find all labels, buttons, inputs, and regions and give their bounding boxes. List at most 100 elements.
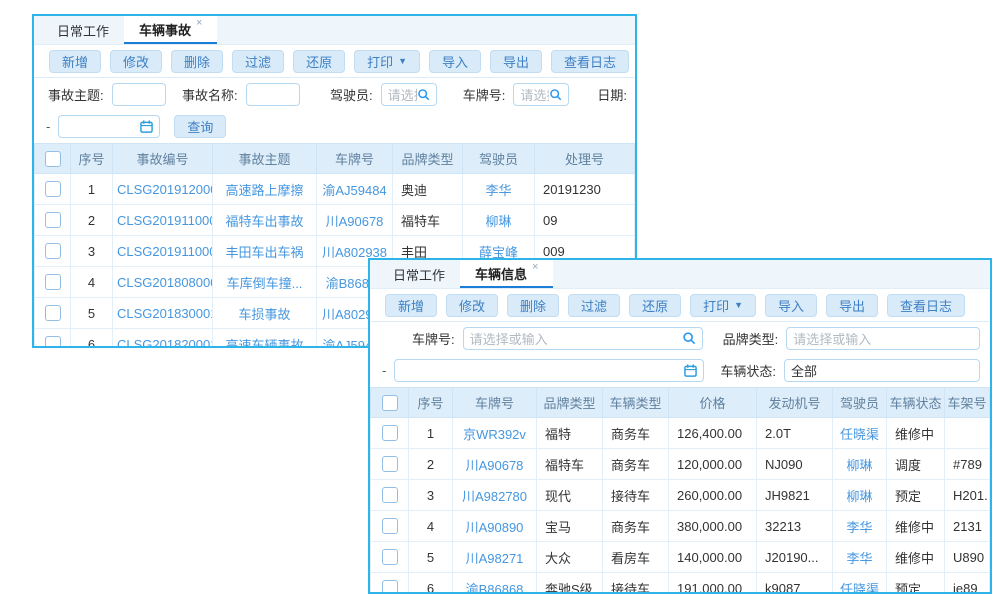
plate-select-input[interactable]: 请选择 bbox=[513, 83, 569, 106]
cell-driver[interactable]: 李华 bbox=[463, 174, 535, 205]
modify-button[interactable]: 修改 bbox=[446, 294, 498, 317]
cell-accident-subject[interactable]: 丰田车出车祸 bbox=[213, 236, 317, 267]
add-button[interactable]: 新增 bbox=[385, 294, 437, 317]
cell-engine-no: 32213 bbox=[757, 511, 833, 542]
cell-plate-no[interactable]: 川A90678 bbox=[453, 449, 537, 480]
accident-tab-bar: 日常工作 车辆事故 × bbox=[34, 16, 635, 45]
cell-accident-subject[interactable]: 车损事故 bbox=[213, 298, 317, 329]
view-log-button[interactable]: 查看日志 bbox=[887, 294, 965, 317]
query-button[interactable]: 查询 bbox=[174, 115, 226, 138]
close-tab-icon[interactable]: × bbox=[532, 261, 538, 273]
cell-plate-no[interactable]: 川A982780 bbox=[453, 480, 537, 511]
date-end-input[interactable] bbox=[58, 115, 160, 138]
cell-driver[interactable]: 李华 bbox=[833, 542, 887, 573]
cell-plate-no[interactable]: 川A90678 bbox=[317, 205, 393, 236]
cell-checkbox bbox=[371, 449, 409, 480]
cell-accident-code[interactable]: CLSG2019110002 bbox=[113, 205, 213, 236]
import-button[interactable]: 导入 bbox=[765, 294, 817, 317]
cell-plate-no[interactable]: 川A90890 bbox=[453, 511, 537, 542]
row-checkbox[interactable] bbox=[45, 274, 61, 290]
date-end-input[interactable] bbox=[394, 359, 704, 382]
cell-accident-code[interactable]: CLSG2019110001 bbox=[113, 236, 213, 267]
row-checkbox[interactable] bbox=[382, 518, 398, 534]
driver-select-input[interactable]: 请选择 bbox=[381, 83, 437, 106]
calendar-icon[interactable] bbox=[140, 120, 153, 133]
close-tab-icon[interactable]: × bbox=[196, 17, 202, 29]
cell-plate-no[interactable]: 京WR392v bbox=[453, 418, 537, 449]
row-checkbox[interactable] bbox=[45, 212, 61, 228]
print-button[interactable]: 打印 ▼ bbox=[354, 50, 420, 73]
row-checkbox[interactable] bbox=[382, 580, 398, 594]
calendar-icon[interactable] bbox=[684, 364, 697, 377]
row-checkbox[interactable] bbox=[45, 336, 61, 348]
cell-driver[interactable]: 李华 bbox=[833, 511, 887, 542]
cell-accident-subject[interactable]: 福特车出事故 bbox=[213, 205, 317, 236]
vehicle-table-row[interactable]: 6 渝B86868 奔驰S级 接待车 191,000.00 k9087 任晓渠 … bbox=[371, 573, 990, 595]
filter-button[interactable]: 过滤 bbox=[568, 294, 620, 317]
delete-button[interactable]: 删除 bbox=[171, 50, 223, 73]
cell-price: 191,000.00 bbox=[669, 573, 757, 595]
vehicle-table-row[interactable]: 2 川A90678 福特车 商务车 120,000.00 NJ090 柳琳 调度… bbox=[371, 449, 990, 480]
vehicle-status-select[interactable]: 全部 bbox=[784, 359, 980, 382]
row-checkbox[interactable] bbox=[382, 487, 398, 503]
import-button[interactable]: 导入 bbox=[429, 50, 481, 73]
cell-accident-code[interactable]: CLSG2018080001 bbox=[113, 267, 213, 298]
tab-vehicle-accident[interactable]: 车辆事故 × bbox=[124, 16, 217, 44]
export-button[interactable]: 导出 bbox=[826, 294, 878, 317]
search-icon[interactable] bbox=[549, 88, 562, 101]
row-checkbox[interactable] bbox=[382, 456, 398, 472]
row-checkbox[interactable] bbox=[382, 425, 398, 441]
row-checkbox[interactable] bbox=[382, 549, 398, 565]
search-icon[interactable] bbox=[417, 88, 430, 101]
vehicle-table-row[interactable]: 4 川A90890 宝马 商务车 380,000.00 32213 李华 维修中… bbox=[371, 511, 990, 542]
select-all-checkbox[interactable] bbox=[382, 395, 398, 411]
desktop: 日常工作 车辆事故 × 新增 修改 删除 bbox=[0, 0, 1000, 600]
vehicle-table-row[interactable]: 5 川A98271 大众 看房车 140,000.00 J20190... 李华… bbox=[371, 542, 990, 573]
cell-accident-subject[interactable]: 高速车辆事故 bbox=[213, 329, 317, 349]
date-range-dash: - bbox=[46, 119, 50, 134]
restore-button[interactable]: 还原 bbox=[629, 294, 681, 317]
cell-plate-no[interactable]: 渝B86868 bbox=[453, 573, 537, 595]
filter-button[interactable]: 过滤 bbox=[232, 50, 284, 73]
cell-accident-code[interactable]: CLSG2019120001 bbox=[113, 174, 213, 205]
accident-name-input[interactable] bbox=[246, 83, 300, 106]
cell-plate-no[interactable]: 川A98271 bbox=[453, 542, 537, 573]
row-checkbox[interactable] bbox=[45, 305, 61, 321]
select-all-checkbox[interactable] bbox=[45, 151, 61, 167]
button-label: 还原 bbox=[642, 296, 668, 315]
cell-brand-type: 奥迪 bbox=[393, 174, 463, 205]
tab-daily-work[interactable]: 日常工作 bbox=[42, 16, 124, 44]
print-button[interactable]: 打印 ▼ bbox=[690, 294, 756, 317]
tab-vehicle-info[interactable]: 车辆信息 × bbox=[460, 260, 553, 288]
tab-daily-work[interactable]: 日常工作 bbox=[378, 260, 460, 288]
cell-driver[interactable]: 柳琳 bbox=[463, 205, 535, 236]
row-checkbox[interactable] bbox=[45, 243, 61, 259]
cell-accident-code[interactable]: CLSG201820001 bbox=[113, 329, 213, 349]
accident-table-row[interactable]: 1 CLSG2019120001 高速路上摩擦 渝AJ59484 奥迪 李华 2… bbox=[35, 174, 635, 205]
cell-vehicle-type: 看房车 bbox=[603, 542, 669, 573]
plate-select-input[interactable]: 请选择或输入 bbox=[463, 327, 703, 350]
cell-driver[interactable]: 柳琳 bbox=[833, 449, 887, 480]
cell-accident-code[interactable]: CLSG201830001 bbox=[113, 298, 213, 329]
select-all-header-cell bbox=[371, 388, 409, 418]
cell-plate-no[interactable]: 渝AJ59484 bbox=[317, 174, 393, 205]
row-checkbox[interactable] bbox=[45, 181, 61, 197]
cell-accident-subject[interactable]: 高速路上摩擦 bbox=[213, 174, 317, 205]
cell-driver[interactable]: 任晓渠 bbox=[833, 418, 887, 449]
cell-driver[interactable]: 柳琳 bbox=[833, 480, 887, 511]
view-log-button[interactable]: 查看日志 bbox=[551, 50, 629, 73]
accident-subject-input[interactable] bbox=[112, 83, 166, 106]
cell-accident-subject[interactable]: 车库倒车撞... bbox=[213, 267, 317, 298]
cell-driver[interactable]: 任晓渠 bbox=[833, 573, 887, 595]
column-header: 品牌类型 bbox=[537, 388, 603, 418]
brand-type-input[interactable]: 请选择或输入 bbox=[786, 327, 980, 350]
delete-button[interactable]: 删除 bbox=[507, 294, 559, 317]
modify-button[interactable]: 修改 bbox=[110, 50, 162, 73]
vehicle-table-row[interactable]: 3 川A982780 现代 接待车 260,000.00 JH9821 柳琳 预… bbox=[371, 480, 990, 511]
search-icon[interactable] bbox=[682, 331, 696, 345]
restore-button[interactable]: 还原 bbox=[293, 50, 345, 73]
export-button[interactable]: 导出 bbox=[490, 50, 542, 73]
accident-table-row[interactable]: 2 CLSG2019110002 福特车出事故 川A90678 福特车 柳琳 0… bbox=[35, 205, 635, 236]
add-button[interactable]: 新增 bbox=[49, 50, 101, 73]
vehicle-table-row[interactable]: 1 京WR392v 福特 商务车 126,400.00 2.0T 任晓渠 维修中 bbox=[371, 418, 990, 449]
